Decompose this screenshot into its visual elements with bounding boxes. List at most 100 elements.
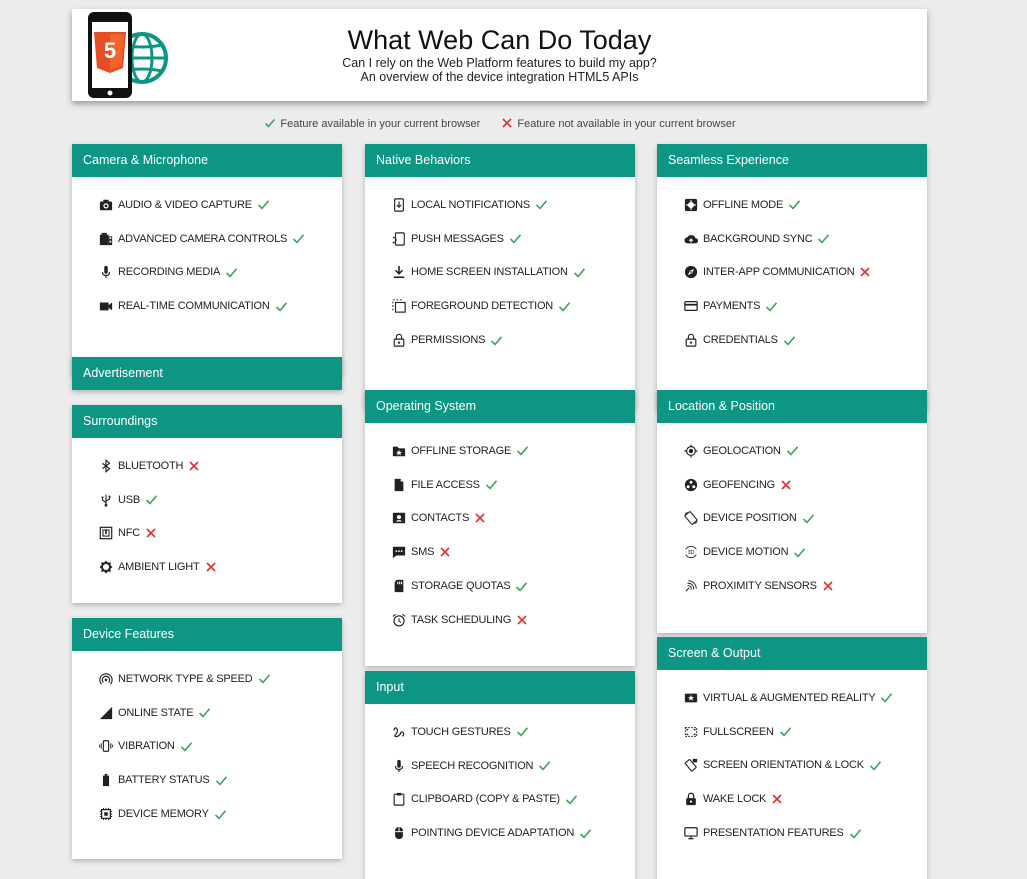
- feature-label: SMS: [411, 546, 435, 559]
- feature-item[interactable]: Virtual & Augmented Reality: [657, 681, 927, 715]
- compass-icon: [683, 265, 698, 280]
- card-header[interactable]: Device Features: [72, 618, 342, 651]
- feature-item[interactable]: Vibration: [72, 730, 342, 764]
- feature-label: Offline Mode: [703, 198, 784, 211]
- check-icon: [779, 725, 792, 738]
- feature-item[interactable]: Geofencing: [657, 468, 927, 502]
- feature-label: Push Messages: [411, 232, 504, 245]
- card-input: Input Touch Gestures Speech Recognition Cl…: [365, 671, 635, 879]
- sd-card-icon: [391, 579, 406, 594]
- feature-item[interactable]: Task Scheduling: [365, 603, 635, 637]
- card-header[interactable]: Native Behaviors: [365, 144, 635, 177]
- feature-item[interactable]: Permissions: [365, 323, 635, 357]
- card-surroundings: Surroundings Bluetooth USB NFC Ambient Ligh…: [72, 405, 342, 603]
- feature-item[interactable]: Real-Time Communication: [72, 289, 342, 323]
- feature-item[interactable]: Push Messages: [365, 222, 635, 256]
- feature-item[interactable]: SMS: [365, 535, 635, 569]
- feature-label: Clipboard (Copy & Paste): [411, 793, 560, 806]
- microphone-icon: [391, 758, 406, 773]
- feature-item[interactable]: Background Sync: [657, 222, 927, 256]
- feature-item[interactable]: 3D Device Motion: [657, 535, 927, 569]
- feature-label: Real-Time Communication: [118, 300, 270, 313]
- feature-item[interactable]: Credentials: [657, 323, 927, 357]
- vibration-icon: [98, 739, 113, 754]
- check-icon: [869, 759, 882, 772]
- feature-item[interactable]: Ambient Light: [72, 550, 342, 584]
- card-screen-output: Screen & Output Virtual & Augmented Real…: [657, 637, 927, 879]
- feature-item[interactable]: USB: [72, 483, 342, 517]
- feature-item[interactable]: Clipboard (Copy & Paste): [365, 783, 635, 817]
- usb-icon: [98, 492, 113, 507]
- feature-item[interactable]: Pointing Device Adaptation: [365, 816, 635, 850]
- battery-icon: [98, 773, 113, 788]
- feature-item[interactable]: Online State: [72, 696, 342, 730]
- feature-item[interactable]: Home Screen Installation: [365, 256, 635, 290]
- feature-item[interactable]: NFC: [72, 517, 342, 551]
- push-icon: [391, 231, 406, 246]
- check-icon: [579, 827, 592, 840]
- feature-item[interactable]: Advanced Camera Controls: [72, 222, 342, 256]
- feature-label: Credentials: [703, 334, 778, 347]
- feature-item[interactable]: Recording Media: [72, 256, 342, 290]
- feature-item[interactable]: Speech Recognition: [365, 749, 635, 783]
- check-icon: [145, 493, 158, 506]
- feature-item[interactable]: Bluetooth: [72, 449, 342, 483]
- feature-label: Proximity Sensors: [703, 580, 817, 593]
- feature-item[interactable]: Inter-App Communication: [657, 256, 927, 290]
- feature-label: Screen Orientation & Lock: [703, 759, 864, 772]
- card-header[interactable]: Input: [365, 671, 635, 704]
- feature-item[interactable]: Fullscreen: [657, 715, 927, 749]
- feature-item[interactable]: Geolocation: [657, 434, 927, 468]
- feature-item[interactable]: Local Notifications: [365, 188, 635, 222]
- card-header[interactable]: Screen & Output: [657, 637, 927, 670]
- card-header[interactable]: Operating System: [365, 390, 635, 423]
- feature-label: Foreground Detection: [411, 300, 554, 313]
- card-header[interactable]: Seamless Experience: [657, 144, 927, 177]
- check-icon: [788, 198, 801, 211]
- check-icon: [180, 740, 193, 753]
- check-icon: [802, 512, 815, 525]
- card-header[interactable]: Location & Position: [657, 390, 927, 423]
- feature-item[interactable]: Battery Status: [72, 763, 342, 797]
- feature-item[interactable]: Screen Orientation & Lock: [657, 749, 927, 783]
- feature-label: Speech Recognition: [411, 759, 534, 772]
- feature-item[interactable]: Device Position: [657, 502, 927, 536]
- check-icon: [485, 478, 498, 491]
- card-header[interactable]: Camera & Microphone: [72, 144, 342, 177]
- alarm-icon: [391, 612, 406, 627]
- card-header[interactable]: Advertisement: [72, 357, 342, 390]
- feature-item[interactable]: Presentation Features: [657, 816, 927, 850]
- feature-item[interactable]: Offline Mode: [657, 188, 927, 222]
- lock-icon: [683, 792, 698, 807]
- cross-icon: [859, 266, 871, 278]
- feature-item[interactable]: Touch Gestures: [365, 715, 635, 749]
- svg-text:5: 5: [104, 38, 116, 63]
- feature-item[interactable]: Device Memory: [72, 797, 342, 831]
- check-icon: [257, 198, 270, 211]
- feature-item[interactable]: Network Type & Speed: [72, 662, 342, 696]
- feature-item[interactable]: Proximity Sensors: [657, 569, 927, 603]
- bluetooth-icon: [98, 458, 113, 473]
- feature-item[interactable]: Foreground Detection: [365, 289, 635, 323]
- check-icon: [535, 198, 548, 211]
- svg-text:3D: 3D: [687, 550, 694, 556]
- feature-item[interactable]: Storage Quotas: [365, 569, 635, 603]
- check-icon: [573, 266, 586, 279]
- feature-label: Device Motion: [703, 546, 789, 559]
- feature-item[interactable]: Contacts: [365, 502, 635, 536]
- brightness-icon: [98, 560, 113, 575]
- card-body: Offline Mode Background Sync Inter-App Com…: [657, 177, 927, 409]
- feature-label: Touch Gestures: [411, 725, 511, 738]
- card-header[interactable]: Surroundings: [72, 405, 342, 438]
- cross-icon: [780, 479, 792, 491]
- 3d-rotation-icon: 3D: [683, 545, 698, 560]
- feature-item[interactable]: File Access: [365, 468, 635, 502]
- feature-item[interactable]: Offline Storage: [365, 434, 635, 468]
- nfc-icon: [98, 526, 113, 541]
- header-titles: What Web Can Do Today Can I rely on the …: [292, 24, 707, 84]
- feature-item[interactable]: Payments: [657, 289, 927, 323]
- legend: Feature available in your current browse…: [0, 117, 1000, 130]
- feature-item[interactable]: Audio & Video Capture: [72, 188, 342, 222]
- feature-item[interactable]: Wake Lock: [657, 782, 927, 816]
- mouse-icon: [391, 826, 406, 841]
